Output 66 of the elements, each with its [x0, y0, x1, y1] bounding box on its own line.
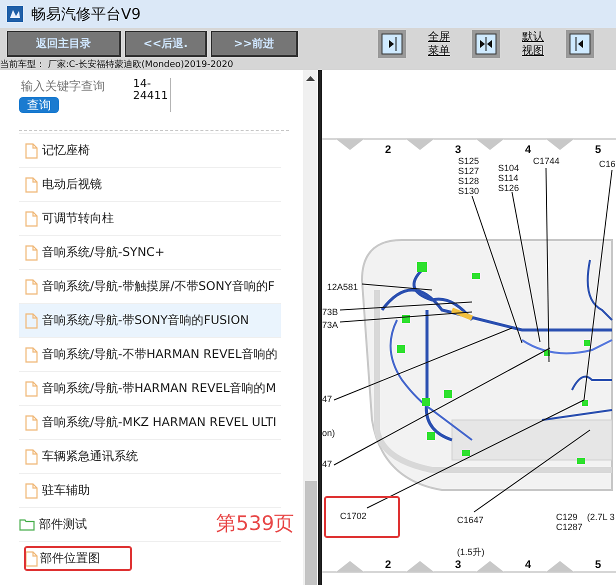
panel-left-icon[interactable] — [566, 30, 594, 58]
connector-label: C129 C1287 — [556, 512, 583, 532]
grid-number: 3 — [455, 144, 462, 156]
split-view-icon[interactable] — [472, 30, 500, 58]
connector-label: 73A — [322, 320, 338, 330]
search-button[interactable]: 查询 — [19, 97, 59, 113]
tree-item[interactable]: 音响系统/导航-SYNC+ — [19, 236, 171, 269]
view-link[interactable]: 全屏 菜单 — [428, 30, 450, 58]
nav-button[interactable]: 返回主目录 — [7, 31, 121, 57]
document-icon — [25, 142, 38, 158]
tree-item[interactable]: 车辆紧急通讯系统 — [19, 440, 144, 473]
nav-button[interactable]: >>前进 — [211, 31, 298, 57]
document-icon — [25, 312, 38, 328]
leader-line — [362, 284, 432, 290]
document-icon — [25, 414, 38, 430]
tree-item[interactable]: 可调节转向柱 — [19, 202, 120, 235]
tree-item[interactable]: 记忆座椅 — [19, 134, 96, 167]
connector-label: 12A581 — [327, 282, 358, 292]
grid-number: 3 — [455, 559, 462, 571]
tree-item[interactable]: 部件测试 — [19, 508, 93, 541]
document-icon — [25, 244, 38, 260]
tree-item[interactable]: 音响系统/导航-MKZ HARMAN REVEL ULTI — [19, 406, 282, 439]
panel-right-icon[interactable] — [378, 30, 406, 58]
grid-number: 4 — [525, 144, 532, 156]
search-field[interactable]: 输入关键字查询 — [21, 78, 105, 95]
grid-number: 2 — [385, 559, 392, 571]
document-icon — [25, 482, 38, 498]
document-icon — [25, 176, 38, 192]
tree-item[interactable]: 音响系统/导航-带HARMAN REVEL音响的M — [19, 372, 282, 405]
scroll-up-icon[interactable] — [306, 76, 315, 81]
tree-item[interactable]: 音响系统/导航-不带HARMAN REVEL音响的 — [19, 338, 284, 371]
grid-number: 5 — [595, 559, 602, 571]
current-vehicle: 当前车型： 厂家:C-长安福特蒙迪欧(Mondeo)2019-2020 — [0, 60, 616, 70]
app-icon — [7, 6, 23, 22]
connector-label: S104 S114 S126 — [498, 163, 520, 193]
part-code: 14- 24411 — [133, 78, 171, 112]
scrollbar[interactable] — [303, 70, 318, 585]
grid-number: 5 — [595, 144, 602, 156]
connector-label: on) — [322, 428, 336, 438]
document-icon — [25, 550, 38, 566]
document-icon — [25, 448, 38, 464]
connector-label: 47 — [322, 459, 332, 469]
connector-label: C1744 — [533, 156, 560, 166]
connector-label: 73B — [322, 307, 338, 317]
tree-item[interactable]: 驻车辅助 — [19, 474, 96, 507]
tree-item[interactable]: 音响系统/导航-带SONY音响的FUSION — [19, 304, 281, 337]
document-icon — [25, 346, 38, 362]
nav-button[interactable]: <<后退. — [125, 31, 207, 57]
grid-number: 2 — [385, 144, 392, 156]
view-link[interactable]: 默认 视图 — [522, 30, 544, 58]
document-icon — [25, 210, 38, 226]
tree-item[interactable]: 电动后视镜 — [19, 168, 108, 201]
connector-label: 47 — [322, 394, 332, 404]
folder-icon — [19, 518, 35, 531]
connector-label: C1702 — [340, 511, 367, 521]
document-icon — [25, 278, 38, 294]
connector-label: S125 S127 S128 S130 — [458, 156, 480, 196]
connector-label: (2.7L 3 — [587, 512, 615, 522]
connector-label: C16 — [599, 159, 616, 169]
grid-number: 4 — [525, 559, 532, 571]
window-title: 畅易汽修平台V9 — [31, 4, 141, 24]
scrollbar-thumb[interactable] — [305, 481, 317, 585]
connector-label: (1.5升) — [457, 547, 485, 557]
connector-label: C1647 — [457, 515, 484, 525]
tree-item[interactable]: 音响系统/导航-带触摸屏/不带SONY音响的F — [19, 270, 281, 303]
document-icon — [25, 380, 38, 396]
